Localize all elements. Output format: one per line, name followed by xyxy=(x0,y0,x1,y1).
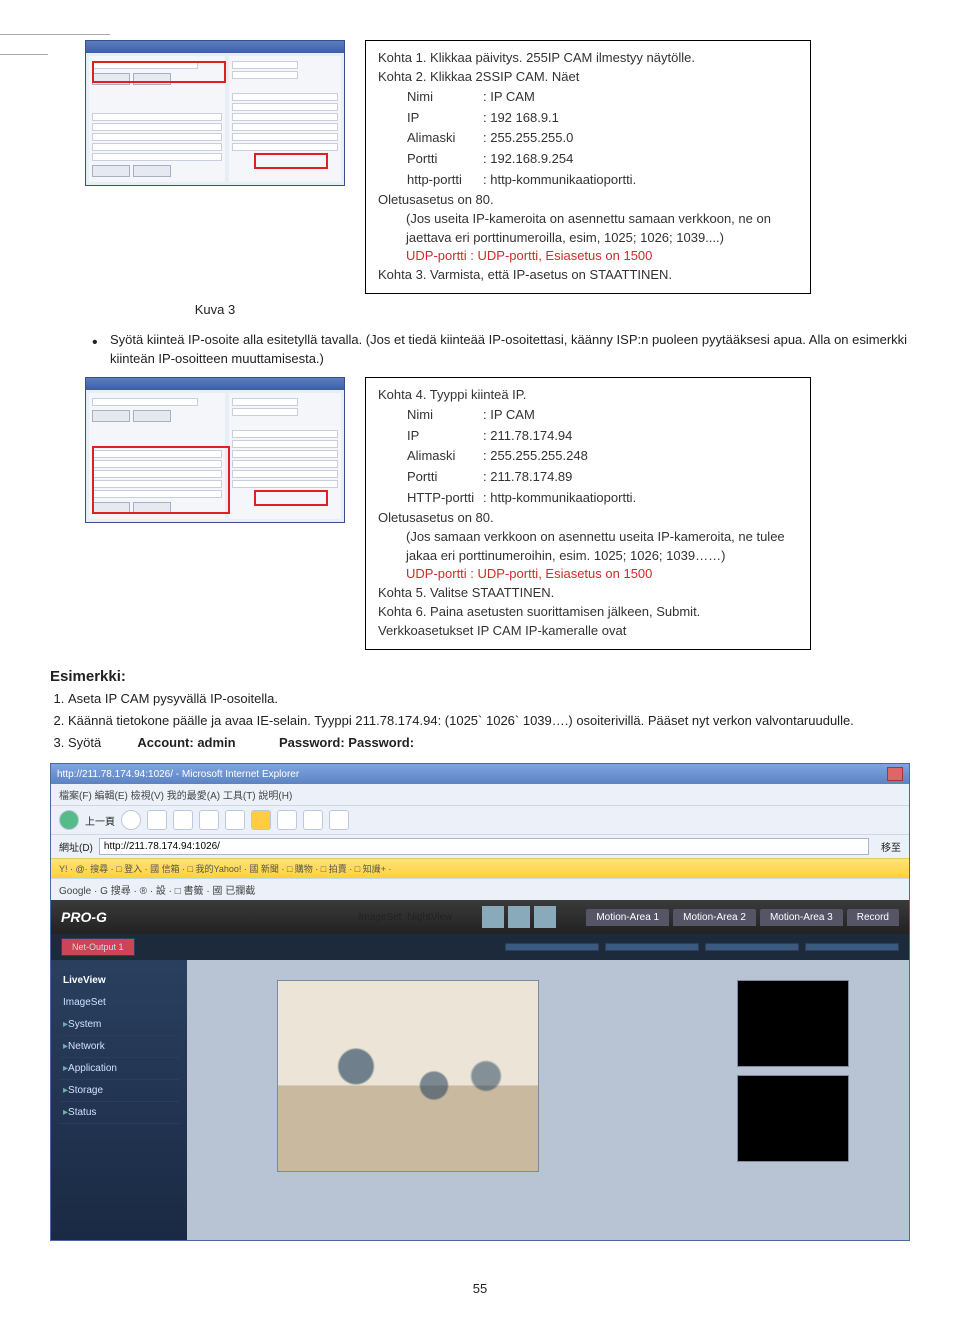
history-icon[interactable] xyxy=(277,810,297,830)
step3-a: Syötä xyxy=(68,735,101,750)
step-2: Käännä tietokone päälle ja avaa IE-selai… xyxy=(68,711,910,731)
addr-label: 網址(D) xyxy=(59,839,93,854)
f2-r1-v: : 211.78.174.94 xyxy=(482,426,637,447)
camera-view-area xyxy=(187,960,909,1240)
refresh-icon[interactable] xyxy=(173,810,193,830)
tab-motion-3[interactable]: Motion-Area 3 xyxy=(760,909,843,926)
f1-r4-v: : http-kommunikaatioportti. xyxy=(482,170,637,191)
f2-oletus: Oletusasetus on 80. xyxy=(378,509,798,528)
ptz-icon[interactable] xyxy=(482,906,504,928)
step3-b: Account: admin xyxy=(137,735,235,750)
subcell-1[interactable] xyxy=(505,943,599,951)
mail-icon[interactable] xyxy=(303,810,323,830)
close-icon[interactable] xyxy=(887,767,903,781)
subbar-netoutput[interactable]: Net-Output 1 xyxy=(61,938,135,956)
f2-r3-v: : 211.78.174.89 xyxy=(482,467,637,488)
browser-screenshot: http://211.78.174.94:1026/ - Microsoft I… xyxy=(50,763,910,1241)
f1-r3-v: : 192.168.9.254 xyxy=(482,149,637,170)
kohta1-text: Kohta 1. Klikkaa päivitys. 255IP CAM ilm… xyxy=(378,49,798,68)
f1-r1-k: IP xyxy=(406,108,482,129)
subcell-2[interactable] xyxy=(605,943,699,951)
f1-r1-v: : 192 168.9.1 xyxy=(482,108,637,129)
tab-motion-2[interactable]: Motion-Area 2 xyxy=(673,909,756,926)
sidebar-item-liveview[interactable]: LiveView xyxy=(59,970,179,992)
sidebar-item-storage[interactable]: Storage xyxy=(59,1080,179,1102)
yahoo-toolbar[interactable]: Y! · @· 搜尋 · □ 登入 · 國 信箱 · □ 我的Yahoo! · … xyxy=(51,858,909,878)
f2-udp: UDP-portti : UDP-portti, Esiasetus on 15… xyxy=(406,565,798,584)
info-box-2: Kohta 4. Tyyppi kiinteä IP. Nimi: IP CAM… xyxy=(365,377,811,650)
f1-r4-k: http-portti xyxy=(406,170,482,191)
step3-c: Password: Password: xyxy=(279,735,414,750)
f1-oletus: Oletusasetus on 80. xyxy=(378,191,798,210)
back-label: 上一頁 xyxy=(85,813,115,828)
camera-thumb-2[interactable] xyxy=(737,1075,849,1162)
kohta4-text: Kohta 4. Tyyppi kiinteä IP. xyxy=(378,386,798,405)
f1-udp: UDP-portti : UDP-portti, Esiasetus on 15… xyxy=(406,247,798,266)
f2-r0-v: : IP CAM xyxy=(482,405,637,426)
info-box-1: Kohta 1. Klikkaa päivitys. 255IP CAM ilm… xyxy=(365,40,811,294)
home-icon[interactable] xyxy=(199,810,219,830)
sidebar-item-system[interactable]: System xyxy=(59,1014,179,1036)
kohta2-text: Kohta 2. Klikkaa 2SSIP CAM. Näet xyxy=(378,68,798,87)
app-logo: PRO-G xyxy=(61,909,107,925)
browser-toolbar: 上一頁 xyxy=(51,805,909,834)
screenshot-thumb-1 xyxy=(85,40,345,186)
back-icon[interactable] xyxy=(59,810,79,830)
f2-jos: (Jos samaan verkkoon on asennettu useita… xyxy=(406,528,798,566)
tab-motion-1[interactable]: Motion-Area 1 xyxy=(586,909,669,926)
pill-imageset[interactable]: ImageSet xyxy=(359,912,402,923)
f2-r4-v: : http-kommunikaatioportti. xyxy=(482,488,637,509)
f2-r2-v: : 255.255.255.248 xyxy=(482,446,637,467)
stop-icon[interactable] xyxy=(147,810,167,830)
go-label: 移至 xyxy=(881,839,901,854)
ptz-icon-2[interactable] xyxy=(508,906,530,928)
fav-icon[interactable] xyxy=(251,810,271,830)
screenshot-thumb-2 xyxy=(85,377,345,523)
kohta5-text: Kohta 5. Valitse STAATTINEN. xyxy=(378,584,798,603)
bullet-text: Syötä kiinteä IP-osoite alla esitetyllä … xyxy=(88,331,910,369)
f1-jos: (Jos useita IP-kameroita on asennettu sa… xyxy=(406,210,798,248)
f2-r1-k: IP xyxy=(406,426,482,447)
example-heading: Esimerkki: xyxy=(50,668,910,685)
browser-title: http://211.78.174.94:1026/ - Microsoft I… xyxy=(57,769,299,780)
sidebar-item-network[interactable]: Network xyxy=(59,1036,179,1058)
page-number: 55 xyxy=(50,1281,910,1296)
sidebar-item-status[interactable]: Status xyxy=(59,1102,179,1124)
f1-r3-k: Portti xyxy=(406,149,482,170)
step-3: Syötä Account: admin Password: Password: xyxy=(68,733,910,753)
f1-r2-k: Alimaski xyxy=(406,128,482,149)
fwd-icon[interactable] xyxy=(121,810,141,830)
f2-r3-k: Portti xyxy=(406,467,482,488)
f1-r2-v: : 255.255.255.0 xyxy=(482,128,637,149)
pill-nightview[interactable]: NightView xyxy=(407,912,452,923)
camera-thumb-1[interactable] xyxy=(737,980,849,1067)
subcell-4[interactable] xyxy=(805,943,899,951)
ptz-icon-3[interactable] xyxy=(534,906,556,928)
kohta6-text: Kohta 6. Paina asetusten suorittamisen j… xyxy=(378,603,798,641)
camera-main-feed xyxy=(277,980,539,1172)
app-sidebar: LiveView ImageSet System Network Applica… xyxy=(51,960,187,1240)
google-toolbar[interactable]: Google · G 搜尋 · ® · 設 · □ 書籤 · 國 已攔截 xyxy=(51,878,909,900)
address-input[interactable] xyxy=(99,838,869,855)
step-1: Aseta IP CAM pysyvällä IP-osoitella. xyxy=(68,689,910,709)
kohta3-text: Kohta 3. Varmista, että IP-asetus on STA… xyxy=(378,266,798,285)
tab-record[interactable]: Record xyxy=(847,909,899,926)
f2-r2-k: Alimaski xyxy=(406,446,482,467)
example-steps: Aseta IP CAM pysyvällä IP-osoitella. Kää… xyxy=(68,689,910,753)
browser-menu[interactable]: 檔案(F) 編輯(E) 檢視(V) 我的最愛(A) 工具(T) 說明(H) xyxy=(51,784,909,805)
f1-r0-v: : IP CAM xyxy=(482,87,637,108)
sidebar-item-imageset[interactable]: ImageSet xyxy=(59,992,179,1014)
search-icon[interactable] xyxy=(225,810,245,830)
subcell-3[interactable] xyxy=(705,943,799,951)
sidebar-item-application[interactable]: Application xyxy=(59,1058,179,1080)
f2-r0-k: Nimi xyxy=(406,405,482,426)
figure1-caption: Kuva 3 xyxy=(85,302,345,317)
f2-r4-k: HTTP-portti xyxy=(406,488,482,509)
f1-r0-k: Nimi xyxy=(406,87,482,108)
print-icon[interactable] xyxy=(329,810,349,830)
